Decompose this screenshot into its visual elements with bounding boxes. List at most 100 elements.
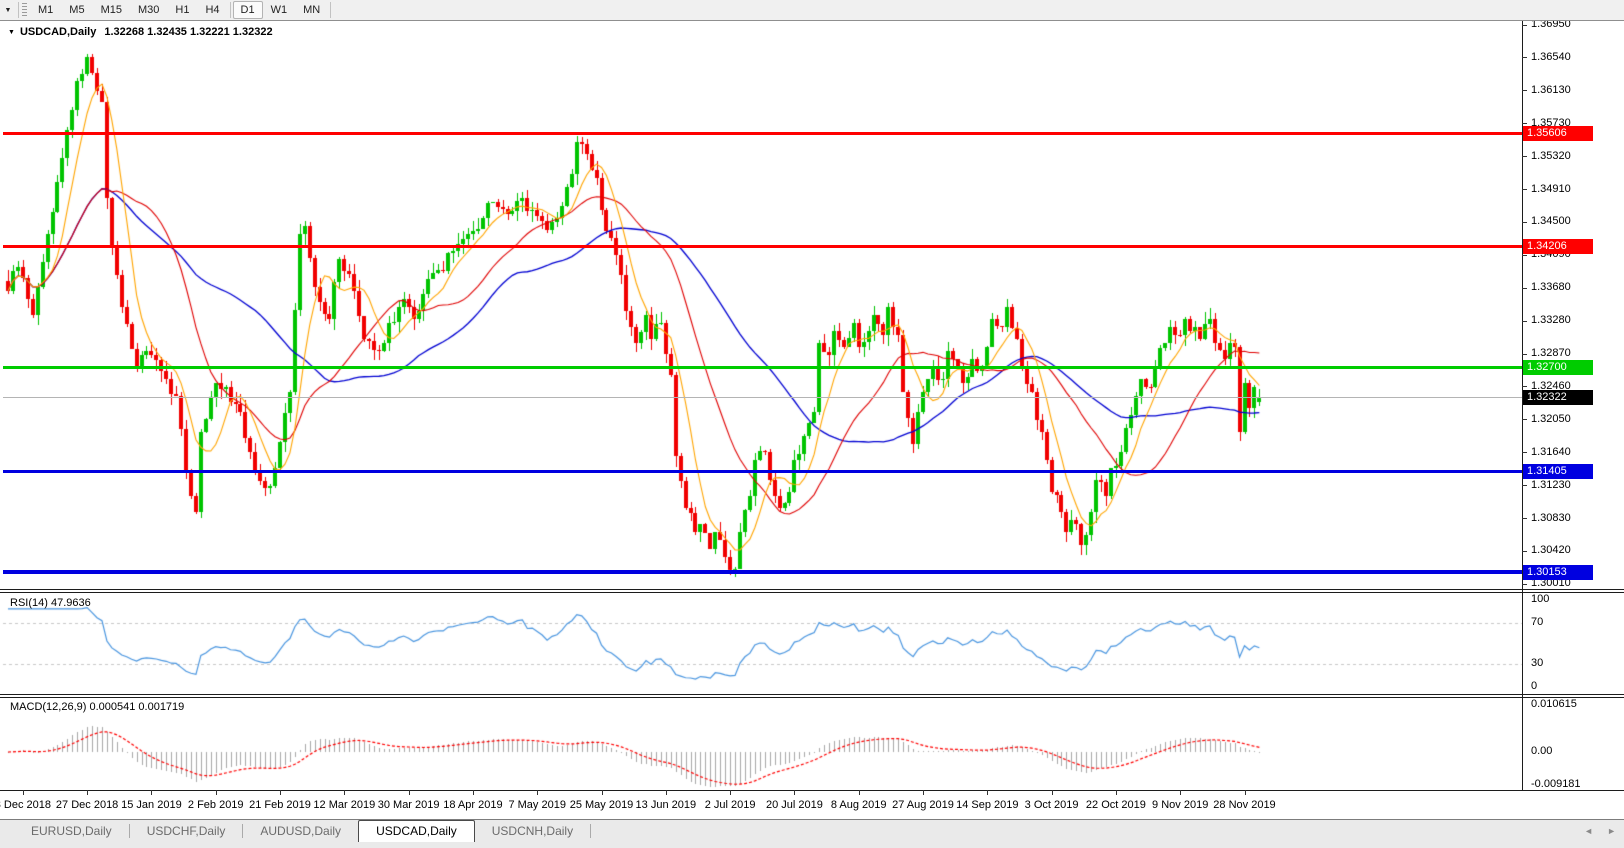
price-tick-label: 1.35320 [1531,150,1601,162]
price-level-line[interactable] [3,570,1522,574]
pane-separator[interactable] [0,697,1624,698]
price-level-badge: 1.30153 [1523,565,1593,580]
tab-audusd-daily[interactable]: AUDUSD,Daily [243,821,358,841]
pane-border [0,790,1624,791]
price-level-line[interactable] [3,366,1522,369]
date-tick-mark [87,790,88,795]
price-level-badge: 1.32322 [1523,390,1593,405]
price-tick-mark [1522,452,1527,453]
price-level-line[interactable] [3,132,1522,135]
tab-usdcnh-daily[interactable]: USDCNH,Daily [475,821,590,841]
indicator-axis-label: 0.010615 [1531,698,1611,710]
timeframe-button-d1[interactable]: D1 [233,1,263,19]
price-tick-mark [1522,386,1527,387]
chart-collapse-icon[interactable]: ▼ [8,29,15,36]
date-tick-mark [1180,790,1181,795]
date-tick-mark [473,790,474,795]
price-tick-mark [1522,288,1527,289]
price-tick-label: 1.31640 [1531,446,1601,458]
date-tick-mark [602,790,603,795]
price-tick-mark [1522,57,1527,58]
toolbar-grip[interactable] [22,3,27,17]
rsi-pane-label: RSI(14) 47.9636 [10,597,91,609]
timeframe-button-m30[interactable]: M30 [130,1,167,19]
date-tick-mark [666,790,667,795]
date-tick-mark [1116,790,1117,795]
timeframe-button-m15[interactable]: M15 [93,1,130,19]
price-tick-mark [1522,485,1527,486]
price-tick-label: 1.32870 [1531,347,1601,359]
indicator-axis-label: -0.009181 [1531,778,1611,790]
timeframe-button-m5[interactable]: M5 [61,1,92,19]
toolbar-dropdown-icon[interactable]: ▼ [0,1,16,19]
price-tick-mark [1522,551,1527,552]
price-tick-mark [1522,354,1527,355]
chart-symbol-label: USDCAD,Daily [20,26,96,38]
price-tick-mark [1522,321,1527,322]
tab-separator [590,824,591,838]
price-tick-label: 1.36130 [1531,84,1601,96]
pane-separator[interactable] [0,592,1624,593]
timeframe-button-h1[interactable]: H1 [167,1,197,19]
price-tick-label: 1.36540 [1531,51,1601,63]
date-tick-mark [280,790,281,795]
tabs-scroll-right-button[interactable]: ► [1607,825,1616,837]
timeframe-toolbar: ▼ M1 M5 M15 M30 H1 H4 D1 W1 MN [0,0,1624,21]
price-tick-label: 1.33680 [1531,281,1601,293]
pane-separator[interactable] [0,694,1624,695]
price-chart-canvas[interactable] [0,0,1624,848]
price-tick-mark [1522,156,1527,157]
pane-separator[interactable] [0,589,1624,590]
date-tick-mark [409,790,410,795]
date-tick-mark [987,790,988,795]
toolbar-separator [18,2,19,18]
timeframe-button-m1[interactable]: M1 [30,1,61,19]
price-level-badge: 1.32700 [1523,360,1593,375]
timeframe-button-h4[interactable]: H4 [197,1,227,19]
date-tick-mark [1052,790,1053,795]
tabs-scroll-left-button[interactable]: ◄ [1584,825,1593,837]
price-level-badge: 1.31405 [1523,464,1593,479]
timeframe-button-w1[interactable]: W1 [263,1,296,19]
price-level-line[interactable] [3,397,1522,398]
date-tick-mark [216,790,217,795]
price-level-badge: 1.35606 [1523,126,1593,141]
price-tick-label: 1.30830 [1531,512,1601,524]
price-tick-mark [1522,255,1527,256]
tab-usdcad-daily[interactable]: USDCAD,Daily [358,820,475,842]
date-tick-mark [923,790,924,795]
tab-eurusd-daily[interactable]: EURUSD,Daily [14,821,129,841]
price-level-badge: 1.34206 [1523,239,1593,254]
indicator-axis-label: 100 [1531,593,1611,605]
price-level-line[interactable] [3,245,1522,248]
date-tick-mark [1245,790,1246,795]
date-tick-mark [151,790,152,795]
symbol-tab-bar: EURUSD,Daily USDCHF,Daily AUDUSD,Daily U… [0,819,1624,848]
timeframe-button-mn[interactable]: MN [295,1,328,19]
price-tick-mark [1522,518,1527,519]
indicator-axis-label: 0 [1531,680,1611,692]
tab-usdchf-daily[interactable]: USDCHF,Daily [130,821,243,841]
price-tick-mark [1522,222,1527,223]
price-tick-label: 1.32050 [1531,413,1601,425]
date-tick-mark [537,790,538,795]
price-tick-mark [1522,419,1527,420]
price-tick-mark [1522,25,1527,26]
indicator-axis-label: 0.00 [1531,745,1611,757]
price-tick-mark [1522,189,1527,190]
indicator-axis-label: 30 [1531,657,1611,669]
price-tick-label: 1.30420 [1531,544,1601,556]
date-tick-label: 28 Nov 2019 [1203,799,1287,811]
price-tick-mark [1522,584,1527,585]
chart-title: ▼ USDCAD,Daily 1.32268 1.32435 1.32221 1.3… [8,26,273,38]
date-tick-mark [859,790,860,795]
price-tick-label: 1.33280 [1531,314,1601,326]
chart-ohlc-quote: 1.32268 1.32435 1.32221 1.32322 [104,26,272,38]
price-level-line[interactable] [3,470,1522,473]
price-tick-label: 1.34500 [1531,215,1601,227]
toolbar-separator [330,2,331,18]
date-tick-mark [794,790,795,795]
price-tick-mark [1522,90,1527,91]
price-tick-label: 1.34910 [1531,183,1601,195]
indicator-axis-label: 70 [1531,616,1611,628]
